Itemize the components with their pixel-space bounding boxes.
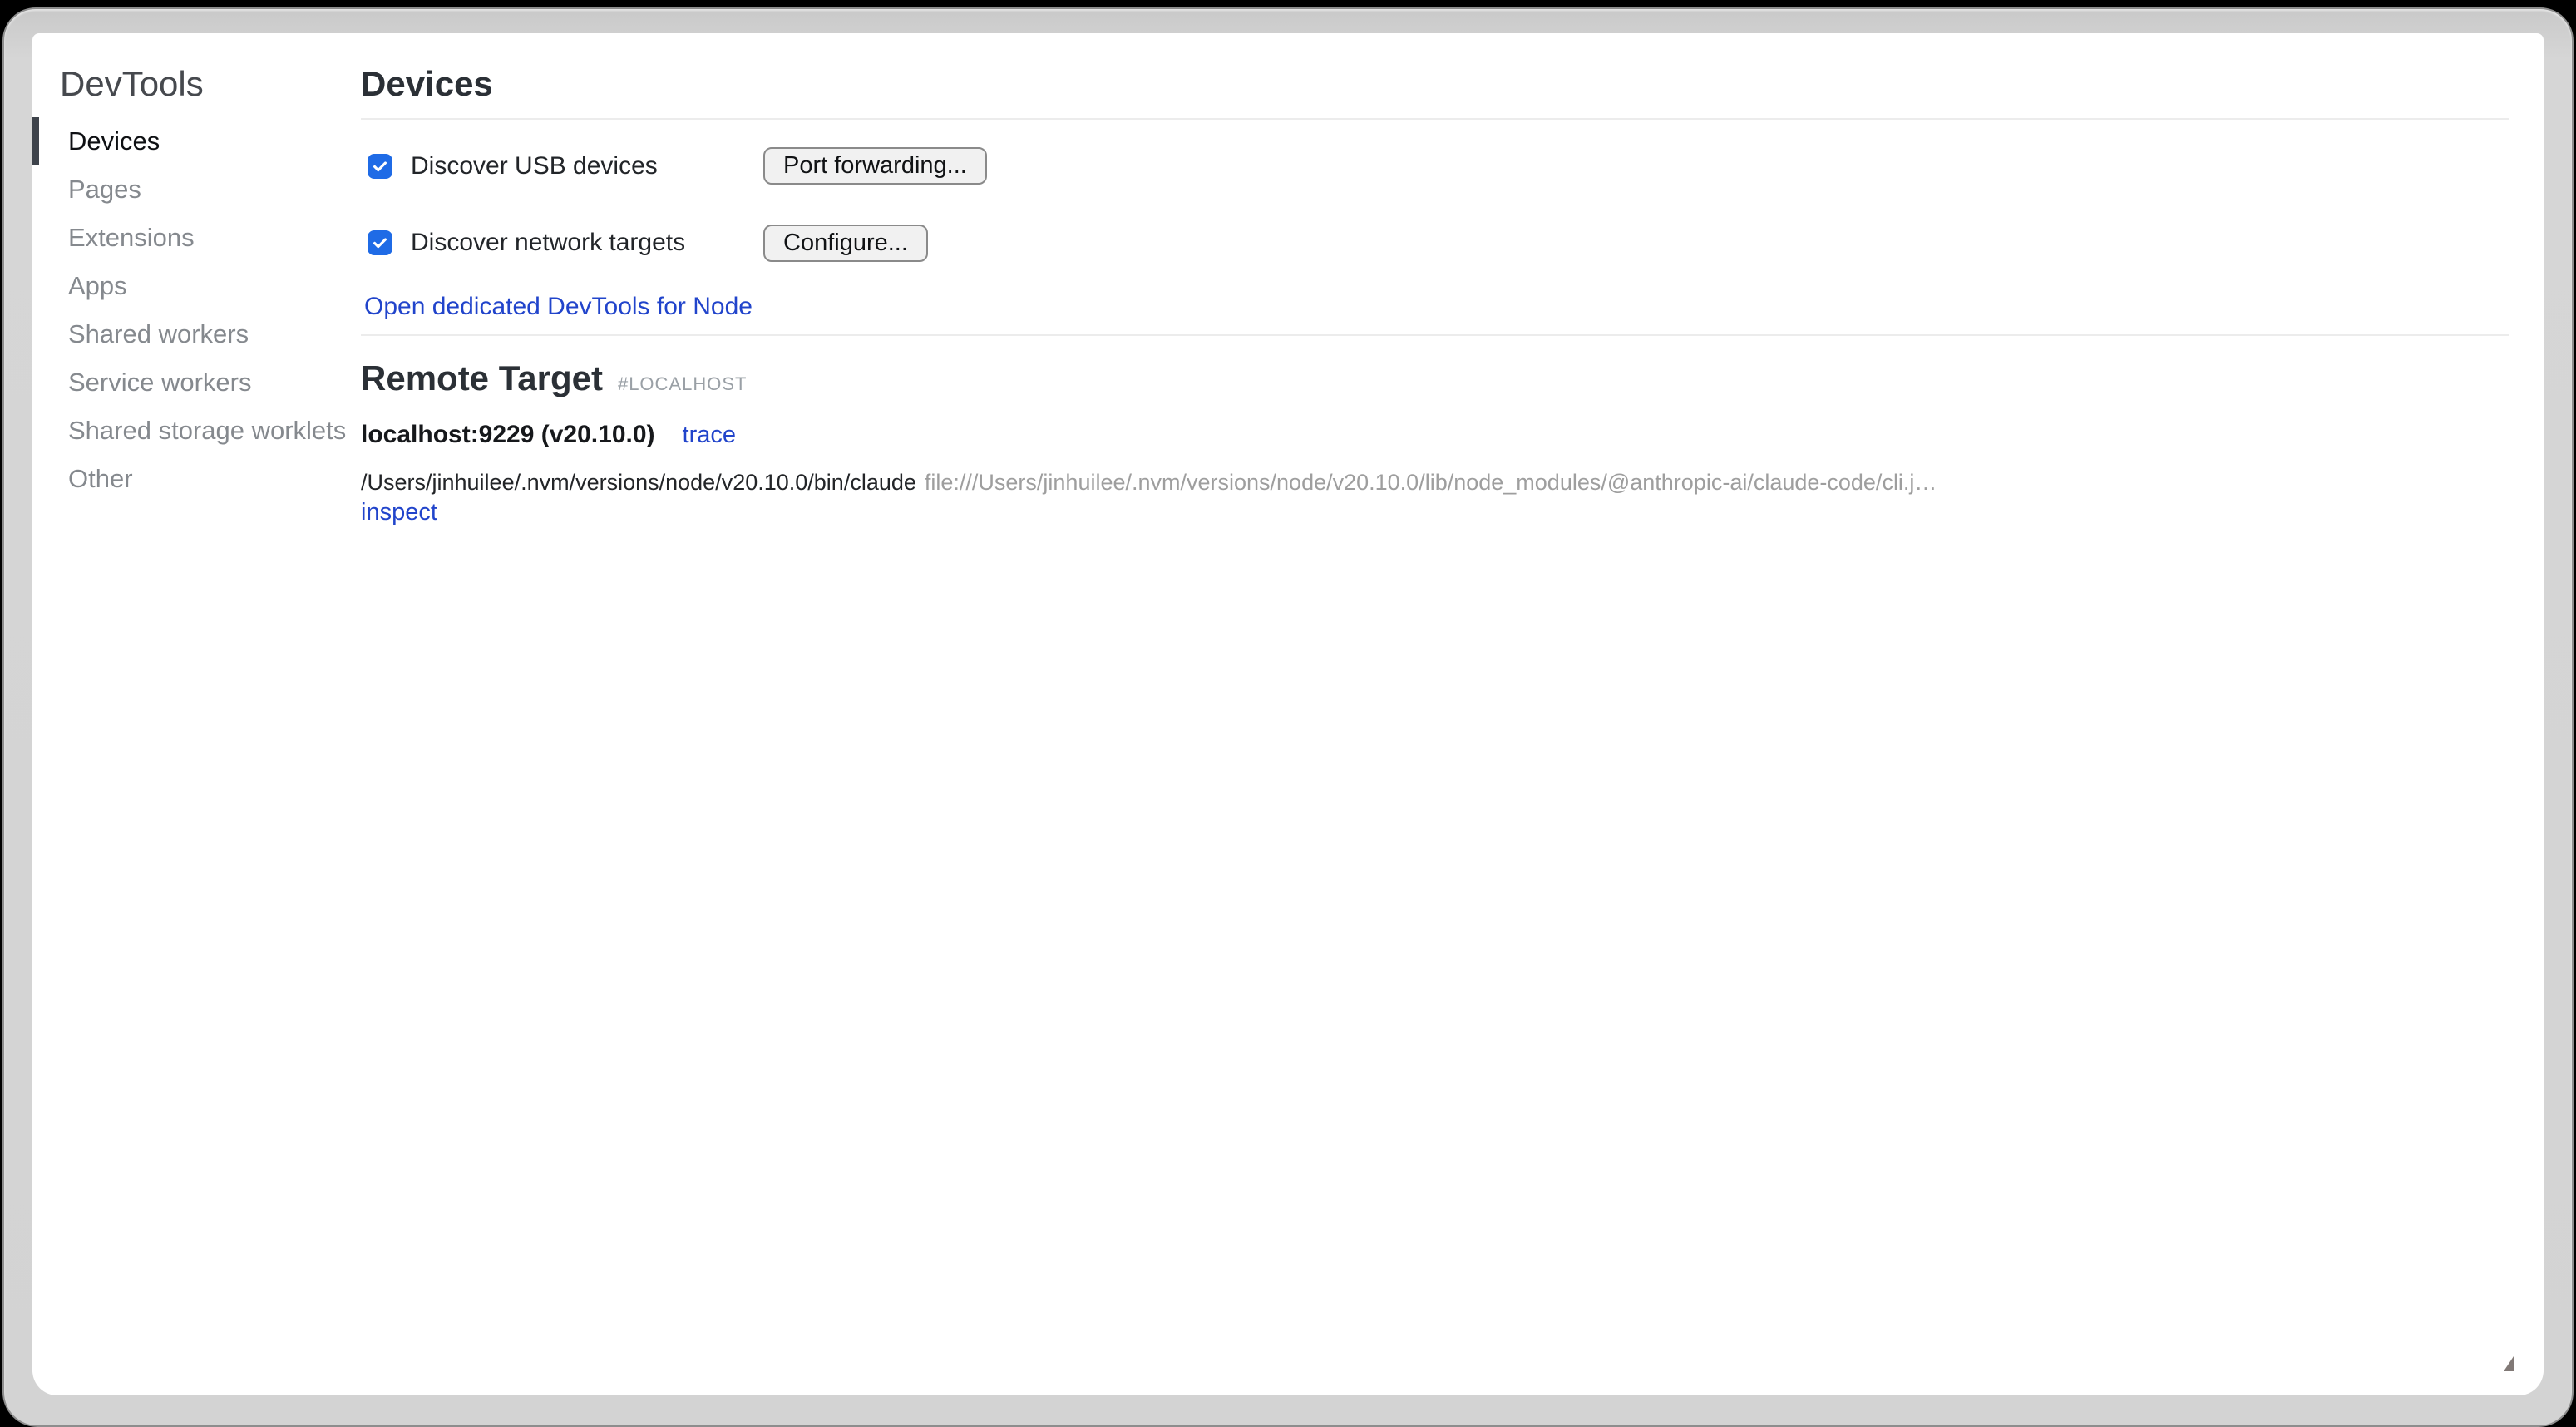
sidebar-item-apps[interactable]: Apps xyxy=(32,262,348,310)
sidebar-item-devices[interactable]: Devices xyxy=(32,117,348,165)
sidebar-item-shared-workers[interactable]: Shared workers xyxy=(32,310,348,358)
divider xyxy=(361,334,2509,336)
discover-usb-row: Discover USB devices xyxy=(368,152,658,180)
checkmark-icon xyxy=(371,234,389,252)
remote-target-heading-row: Remote Target #LOCALHOST xyxy=(361,358,747,399)
sidebar-item-label: Shared workers xyxy=(68,319,249,349)
trace-link[interactable]: trace xyxy=(683,422,736,449)
page-title: DevTools xyxy=(60,64,204,104)
sidebar-item-shared-storage-worklets[interactable]: Shared storage worklets xyxy=(32,407,348,455)
devices-heading: Devices xyxy=(361,63,493,105)
checkmark-icon xyxy=(371,157,389,175)
discover-usb-checkbox[interactable] xyxy=(368,154,392,179)
process-path: /Users/jinhuilee/.nvm/versions/node/v20.… xyxy=(361,470,916,495)
devtools-window: DevTools Devices Pages Extensions Apps S… xyxy=(2,7,2574,1427)
sidebar: Devices Pages Extensions Apps Shared wor… xyxy=(32,117,348,503)
discover-network-checkbox[interactable] xyxy=(368,230,392,255)
sidebar-item-extensions[interactable]: Extensions xyxy=(32,214,348,262)
sidebar-item-label: Service workers xyxy=(68,368,252,397)
sidebar-item-label: Other xyxy=(68,464,133,494)
sidebar-item-label: Pages xyxy=(68,175,141,205)
sidebar-item-service-workers[interactable]: Service workers xyxy=(32,358,348,407)
sidebar-item-label: Apps xyxy=(68,271,127,301)
port-forwarding-button[interactable]: Port forwarding... xyxy=(763,147,987,185)
open-node-devtools-link[interactable]: Open dedicated DevTools for Node xyxy=(364,293,753,321)
discover-network-row: Discover network targets xyxy=(368,229,685,257)
remote-target-heading: Remote Target xyxy=(361,358,603,399)
sidebar-item-label: Devices xyxy=(68,126,160,156)
inspect-page: DevTools Devices Pages Extensions Apps S… xyxy=(32,33,2544,1395)
sidebar-item-label: Shared storage worklets xyxy=(68,416,346,446)
inspect-link[interactable]: inspect xyxy=(361,499,437,526)
sidebar-item-pages[interactable]: Pages xyxy=(32,165,348,214)
sidebar-item-other[interactable]: Other xyxy=(32,455,348,503)
localhost-tag: #LOCALHOST xyxy=(618,373,748,395)
configure-button[interactable]: Configure... xyxy=(763,225,928,262)
target-row: localhost:9229 (v20.10.0) trace xyxy=(361,421,736,449)
discover-usb-label: Discover USB devices xyxy=(411,152,658,180)
file-url: file:///Users/jinhuilee/.nvm/versions/no… xyxy=(925,470,1937,495)
target-name: localhost:9229 (v20.10.0) xyxy=(361,421,655,449)
divider xyxy=(361,118,2509,120)
sidebar-item-label: Extensions xyxy=(68,223,195,253)
target-path-row: /Users/jinhuilee/.nvm/versions/node/v20.… xyxy=(361,470,1937,496)
discover-network-label: Discover network targets xyxy=(411,229,685,257)
